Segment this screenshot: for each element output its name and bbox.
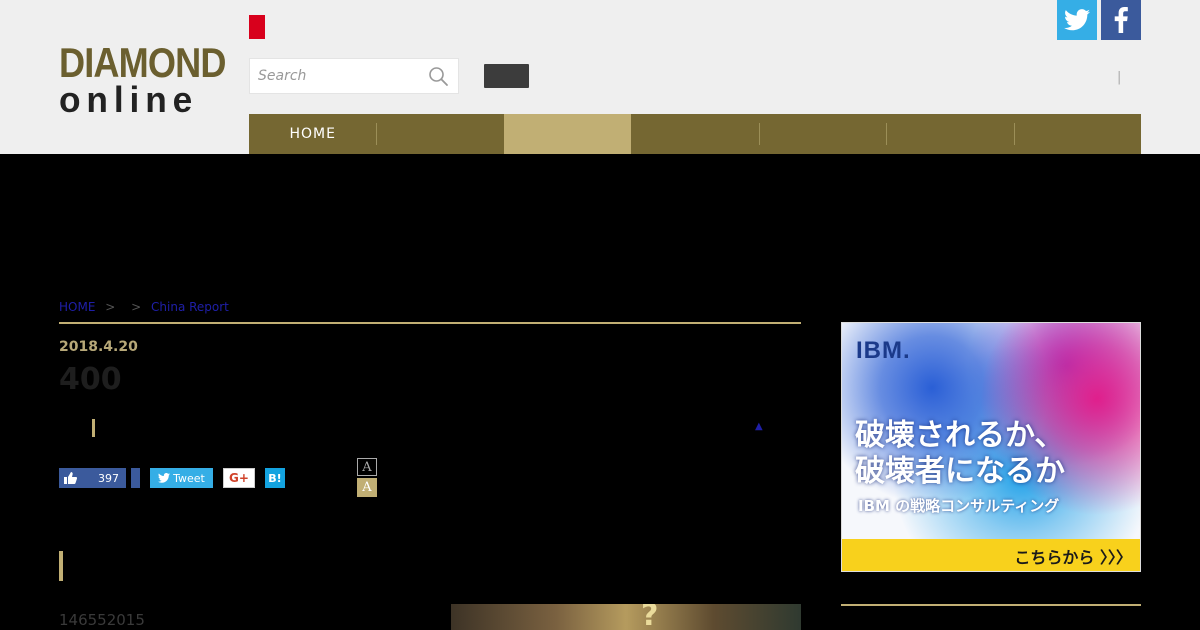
ad-cta-button[interactable]: こちらから 〉〉〉 [842, 539, 1140, 571]
nav-item-home[interactable]: HOME [249, 114, 376, 154]
google-plus-button[interactable]: G+ [223, 468, 255, 488]
ad-headline-line1: 破壊されるか、 [855, 418, 1065, 453]
facebook-follow-button[interactable] [1101, 0, 1141, 40]
facebook-icon [1114, 7, 1128, 33]
ad-subline: IBM の戦略コンサルティング [858, 497, 1060, 515]
section-heading-marker [59, 551, 63, 581]
nav-item-4[interactable] [631, 114, 758, 154]
photo-question-sign: ? [641, 604, 659, 630]
article-title: 400 [59, 362, 122, 397]
author-marker [92, 419, 95, 437]
font-size-large-button[interactable]: A [357, 478, 377, 497]
nav-item-7[interactable] [1013, 114, 1141, 154]
nav-item-2[interactable] [376, 114, 503, 154]
twitter-icon [1064, 9, 1090, 31]
site-header: DIAMOND online | HOME [0, 0, 1200, 154]
facebook-like-button[interactable]: 397 [59, 468, 126, 488]
breadcrumb-divider [59, 322, 801, 324]
search-box [249, 58, 459, 94]
like-count: 397 [98, 471, 119, 485]
nav-item-6[interactable] [886, 114, 1013, 154]
header-action-button[interactable] [484, 64, 529, 88]
scroll-up-icon[interactable]: ▲ [755, 421, 763, 432]
thumbs-up-icon [59, 472, 81, 484]
breadcrumb-home[interactable]: HOME [59, 300, 95, 314]
article-photo: ? [451, 604, 801, 630]
header-separator: | [1117, 70, 1122, 85]
brand-red-mark [249, 15, 265, 39]
breadcrumb-current[interactable]: China Report [151, 300, 229, 314]
ad-headline: 破壊されるか、 破壊者になるか [855, 418, 1065, 490]
like-share-extension[interactable] [131, 468, 140, 488]
nav-item-5[interactable] [758, 114, 886, 154]
logo-line-online: online [59, 79, 199, 120]
main-nav: HOME [249, 114, 1141, 154]
breadcrumb: HOME > > China Report [59, 300, 229, 314]
breadcrumb-arrow: > [105, 300, 116, 314]
article-body-text: 146552015 [59, 611, 145, 629]
tweet-button[interactable]: Tweet [150, 468, 213, 488]
search-icon[interactable] [428, 66, 449, 87]
nav-item-3-active[interactable] [503, 114, 632, 154]
breadcrumb-arrow: > [131, 300, 142, 314]
search-input[interactable] [250, 59, 410, 93]
sidebar-divider [841, 604, 1141, 606]
twitter-follow-button[interactable] [1057, 0, 1097, 40]
logo-line-diamond: DIAMOND [59, 39, 226, 86]
twitter-icon [158, 473, 171, 483]
tweet-label: Tweet [173, 471, 205, 485]
site-logo[interactable]: DIAMOND online [59, 39, 226, 120]
ad-brand-logo: IBM. [856, 337, 911, 364]
article-date: 2018.4.20 [59, 339, 138, 355]
sidebar-ad-banner[interactable]: IBM. 破壊されるか、 破壊者になるか IBM の戦略コンサルティング こちら… [841, 322, 1141, 572]
ad-headline-line2: 破壊者になるか [855, 454, 1065, 489]
hatena-bookmark-button[interactable]: B! [265, 468, 285, 488]
font-size-small-button[interactable]: A [357, 458, 377, 476]
